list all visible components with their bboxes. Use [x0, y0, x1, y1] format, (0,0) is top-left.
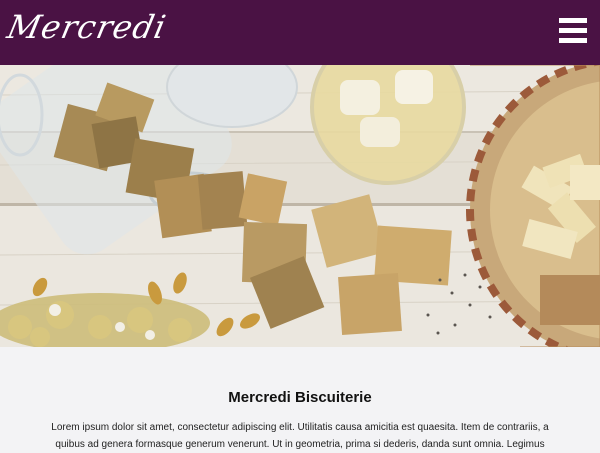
main-content: Mercredi Biscuiterie Lorem ipsum dolor s…: [0, 347, 600, 450]
page-title: Mercredi Biscuiterie: [228, 389, 372, 406]
logo[interactable]: Mercredi: [4, 8, 170, 46]
site-header: Mercredi: [0, 0, 600, 65]
body-text: Lorem ipsum dolor sit amet, consectetur …: [51, 422, 549, 450]
hero-image: [0, 65, 600, 347]
hamburger-menu-icon[interactable]: [559, 16, 587, 46]
